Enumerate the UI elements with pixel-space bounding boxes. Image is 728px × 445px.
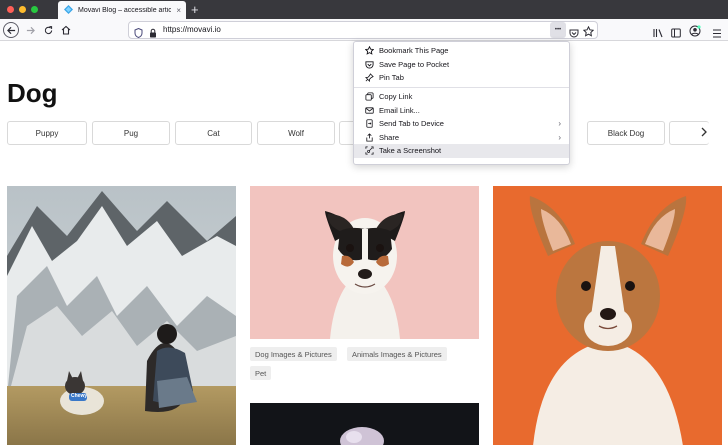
active-tab[interactable]: Movavi Blog – accessible artic... ×	[58, 1, 186, 19]
pin-icon	[364, 73, 374, 83]
menu-item-label: Pin Tab	[379, 73, 404, 83]
chip-wolf[interactable]: Wolf	[257, 121, 335, 145]
hamburger-menu-icon[interactable]	[712, 25, 722, 43]
chip-black-dog[interactable]: Black Dog	[587, 121, 665, 145]
screenshot-icon	[364, 146, 374, 156]
home-button[interactable]	[58, 22, 74, 38]
reload-icon	[44, 25, 52, 34]
account-icon[interactable]	[689, 24, 701, 42]
back-button[interactable]	[3, 22, 19, 38]
menu-item-label: Share	[379, 132, 400, 142]
menu-item-save-pocket[interactable]: Save Page to Pocket	[354, 58, 569, 72]
menu-item-share[interactable]: Share ›	[354, 131, 569, 145]
close-window-button[interactable]	[7, 6, 14, 13]
forward-button[interactable]	[22, 22, 38, 38]
minimize-window-button[interactable]	[19, 6, 26, 13]
tag-pet[interactable]: Pet	[250, 366, 272, 380]
share-icon	[364, 132, 374, 142]
tab-title: Movavi Blog – accessible artic...	[78, 6, 172, 14]
menu-item-bookmark[interactable]: Bookmark This Page	[354, 44, 569, 58]
menu-item-send-tab[interactable]: Send Tab to Device ›	[354, 117, 569, 131]
maximize-window-button[interactable]	[31, 6, 38, 13]
chip-pug[interactable]: Pug	[92, 121, 170, 145]
reload-button[interactable]	[40, 22, 56, 38]
tag-animals-images[interactable]: Animals Images & Pictures	[347, 347, 447, 361]
title-bar: Movavi Blog – accessible artic... × +	[0, 0, 728, 19]
dog-bandana-caption: Chewy	[71, 393, 88, 399]
lock-icon[interactable]	[149, 25, 157, 43]
menu-item-label: Copy Link	[379, 92, 413, 102]
tag-dog-images[interactable]: Dog Images & Pictures	[250, 347, 337, 361]
menu-item-label: Save Page to Pocket	[379, 59, 450, 69]
tab-close-icon[interactable]: ×	[176, 6, 186, 15]
chevron-right-icon[interactable]	[700, 126, 708, 140]
copy-icon	[364, 92, 374, 102]
photo-woman-husky-mountains[interactable]: Chewy	[7, 186, 236, 445]
star-icon	[364, 46, 374, 56]
photo-dark-partial[interactable]	[250, 403, 479, 445]
back-arrow-icon	[6, 26, 15, 34]
tracking-shield-icon[interactable]	[134, 25, 143, 43]
email-icon	[364, 105, 374, 115]
library-icon[interactable]	[653, 25, 664, 43]
url-actions: •••	[550, 22, 596, 38]
new-tab-button[interactable]: +	[191, 1, 199, 18]
pocket-icon	[364, 59, 374, 69]
menu-item-copy-link[interactable]: Copy Link	[354, 90, 569, 104]
sidebar-icon[interactable]	[671, 25, 681, 43]
menu-item-label: Bookmark This Page	[379, 46, 449, 56]
menu-item-screenshot[interactable]: Take a Screenshot	[354, 144, 569, 158]
menu-item-label: Take a Screenshot	[379, 146, 442, 156]
page-actions-button[interactable]: •••	[550, 22, 566, 38]
menu-item-pin-tab[interactable]: Pin Tab	[354, 71, 569, 85]
page-heading: Dog	[7, 78, 58, 108]
page-actions-menu: Bookmark This Page Save Page to Pocket P…	[353, 41, 570, 165]
send-icon	[364, 119, 374, 129]
photo-corgi-orange[interactable]	[493, 186, 722, 445]
chip-cat[interactable]: Cat	[175, 121, 252, 145]
menu-item-email-link[interactable]: Email Link...	[354, 103, 569, 117]
menu-separator	[354, 86, 569, 88]
home-icon	[61, 25, 71, 35]
submenu-arrow-icon: ›	[558, 118, 561, 128]
url-bar[interactable]: https://movavi.io •••	[128, 21, 598, 39]
pocket-icon[interactable]	[569, 25, 579, 43]
forward-arrow-icon	[26, 26, 35, 34]
chip-puppy[interactable]: Puppy	[7, 121, 87, 145]
photo-terrier-pink[interactable]	[250, 186, 479, 339]
menu-item-label: Email Link...	[379, 105, 420, 115]
nav-toolbar: https://movavi.io •••	[0, 19, 728, 41]
menu-item-label: Send Tab to Device	[379, 119, 444, 129]
movavi-favicon-icon	[64, 1, 73, 19]
submenu-arrow-icon: ›	[558, 132, 561, 142]
url-text[interactable]: https://movavi.io	[163, 25, 221, 34]
bookmark-star-icon[interactable]	[582, 24, 595, 42]
